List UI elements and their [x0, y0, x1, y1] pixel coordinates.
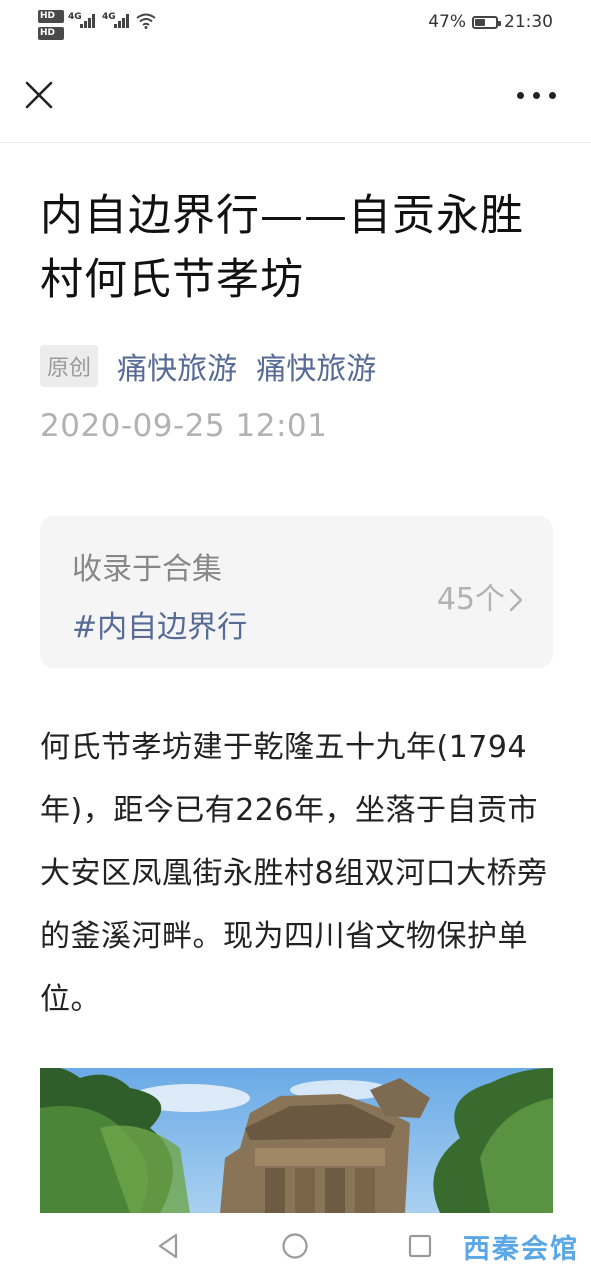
watermark-text: 西秦会馆: [463, 1234, 579, 1265]
chevron-right-icon: [509, 588, 523, 612]
archway-photo-graphic: [40, 1068, 553, 1213]
collection-tag-link[interactable]: #内自边界行: [72, 602, 247, 646]
publish-date: 2020-09-25 12:01: [40, 408, 328, 444]
signal-2-icon: [114, 14, 132, 28]
wifi-icon: [136, 13, 156, 29]
article-meta: 原创 痛快旅游 痛快旅游: [40, 344, 376, 388]
article-title: 内自边界行——自贡永胜村何氏节孝坊: [40, 191, 524, 305]
status-bar: HD HD 4G 4G 47% 21:30: [0, 0, 591, 48]
hd-badge-1: HD: [38, 10, 64, 23]
battery-percent: 47%: [428, 12, 466, 32]
top-nav: [0, 48, 591, 143]
home-circle-icon[interactable]: [280, 1231, 310, 1261]
account-name-link[interactable]: 痛快旅游: [256, 344, 376, 388]
clock: 21:30: [504, 12, 553, 32]
original-badge: 原创: [40, 345, 99, 387]
recent-square-icon[interactable]: [405, 1231, 435, 1261]
collection-label: 收录于合集: [72, 552, 222, 587]
author-link[interactable]: 痛快旅游: [117, 344, 237, 388]
status-right: 47% 21:30: [428, 12, 553, 36]
close-icon[interactable]: [22, 78, 56, 112]
battery-icon: [472, 16, 501, 29]
collection-count[interactable]: 45个: [437, 574, 523, 618]
collection-count-text: 45个: [436, 582, 505, 617]
back-triangle-icon[interactable]: [154, 1231, 184, 1261]
collection-card[interactable]: 收录于合集 #内自边界行 45个: [40, 516, 553, 668]
more-options-icon[interactable]: [517, 88, 557, 102]
signal-1-icon: [80, 14, 98, 28]
hd-badge-2: HD: [38, 27, 64, 40]
system-nav-bar: 西秦会馆: [0, 1213, 591, 1280]
article-image[interactable]: [40, 1068, 553, 1213]
article-paragraph: 何氏节孝坊建于乾隆五十九年(1794年)，距今已有226年，坐落于自贡市大安区凤…: [40, 730, 548, 1017]
